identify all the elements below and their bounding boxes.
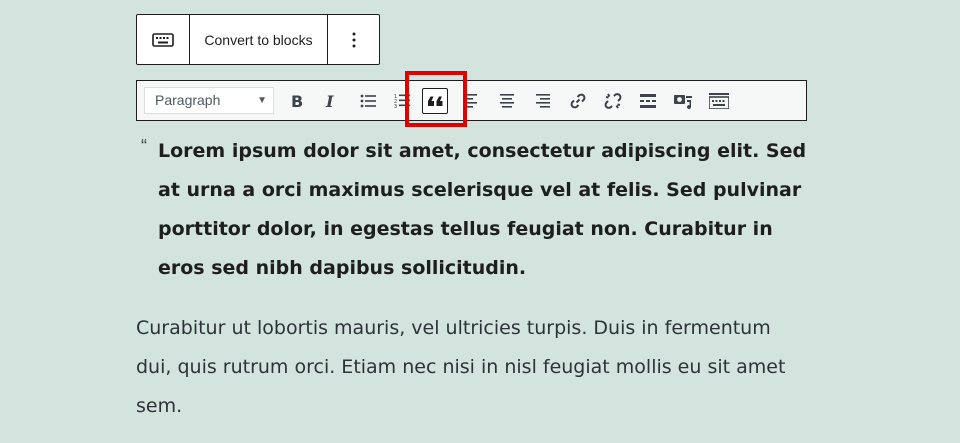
italic-icon: I [325, 93, 334, 109]
add-media-icon [674, 95, 692, 110]
align-center-button[interactable] [494, 88, 520, 114]
read-more-icon [640, 94, 656, 108]
dropdown-arrow-icon: ▼ [257, 95, 267, 106]
blockquote-text[interactable]: Lorem ipsum dolor sit amet, consectetur … [158, 132, 808, 288]
svg-text:B: B [291, 93, 303, 109]
italic-button[interactable]: I [318, 88, 344, 114]
classic-editor-toolbar: Paragraph ▼ B I 1 2 3 [136, 80, 807, 121]
block-toolbar: Convert to blocks [136, 14, 380, 65]
format-select[interactable]: Paragraph ▼ [144, 87, 274, 114]
link-icon [570, 93, 586, 109]
align-right-icon [536, 94, 550, 108]
align-center-icon [500, 94, 514, 108]
vertical-ellipsis-icon [352, 32, 355, 47]
svg-text:3: 3 [394, 104, 397, 109]
convert-to-blocks-label: Convert to blocks [204, 31, 313, 48]
more-options-button[interactable] [328, 15, 379, 64]
keyboard-icon [152, 32, 174, 47]
bulleted-list-button[interactable] [355, 88, 381, 114]
bulleted-list-icon [360, 94, 376, 108]
remove-link-button[interactable] [600, 88, 626, 114]
blockquote-highlight-frame [405, 71, 467, 127]
paragraph-text[interactable]: Curabitur ut lobortis mauris, vel ultric… [136, 309, 806, 426]
svg-text:I: I [325, 93, 334, 109]
convert-to-blocks-button[interactable]: Convert to blocks [190, 15, 328, 64]
unlink-icon [604, 93, 622, 109]
bold-icon: B [291, 93, 303, 109]
format-select-value: Paragraph [155, 92, 221, 108]
read-more-button[interactable] [635, 88, 661, 114]
toolbar-toggle-button[interactable] [706, 88, 732, 114]
add-media-button[interactable] [670, 88, 696, 114]
keyboard-toggle-icon [709, 93, 729, 109]
insert-link-button[interactable] [565, 88, 591, 114]
quote-mark: “ [141, 136, 147, 156]
bold-button[interactable]: B [284, 88, 310, 114]
align-right-button[interactable] [529, 88, 555, 114]
keyboard-button[interactable] [137, 15, 190, 64]
